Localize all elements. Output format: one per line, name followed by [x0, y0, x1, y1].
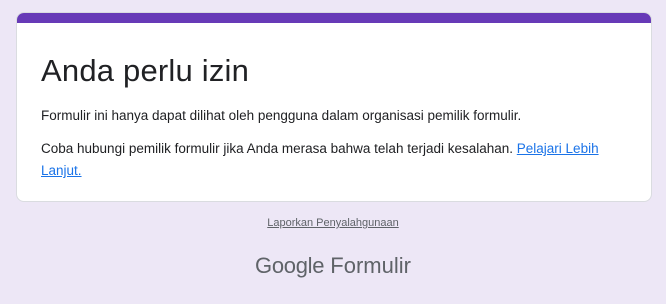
- brand-google: Google: [255, 253, 325, 278]
- page-title: Anda perlu izin: [41, 53, 250, 88]
- google-forms-logo: Google Formulir: [0, 252, 666, 280]
- contact-owner-text: Coba hubungi pemilik formulir jika Anda …: [41, 141, 517, 156]
- card-accent-bar: [17, 13, 651, 23]
- permission-card: Anda perlu izin Formulir ini hanya dapat…: [16, 12, 652, 202]
- contact-owner-message: Coba hubungi pemilik formulir jika Anda …: [41, 138, 631, 182]
- permission-message: Formulir ini hanya dapat dilihat oleh pe…: [41, 108, 522, 123]
- report-abuse-link[interactable]: Laporkan Penyalahgunaan: [0, 217, 666, 229]
- brand-product: Formulir: [330, 253, 411, 278]
